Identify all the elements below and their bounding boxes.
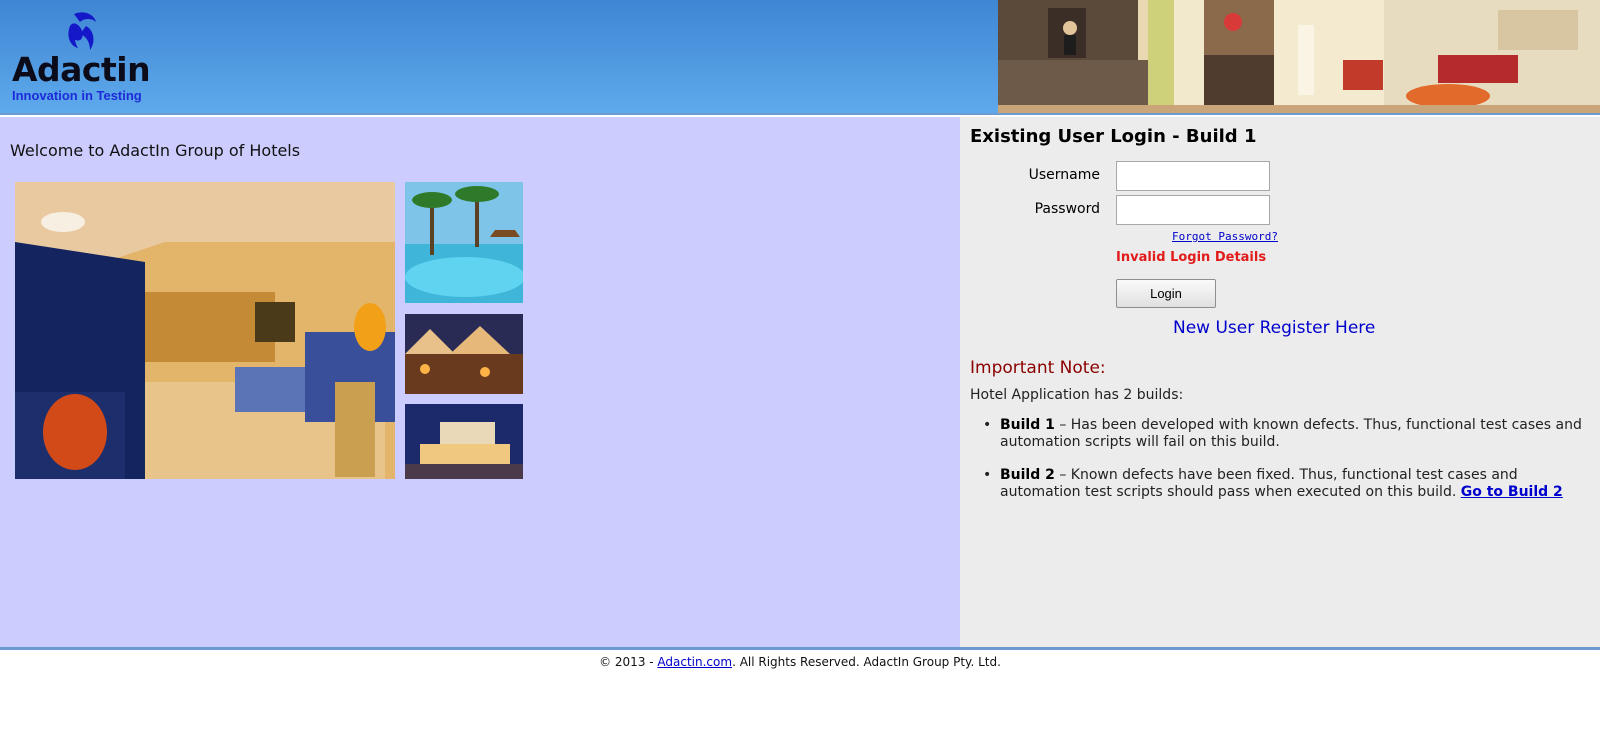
- welcome-panel: Welcome to AdactIn Group of Hotels: [0, 117, 960, 647]
- bullet-icon: •: [983, 467, 992, 483]
- lobby-image: [998, 0, 1600, 113]
- footer-site-link[interactable]: Adactin.com: [657, 655, 732, 669]
- page-footer: © 2013 - Adactin.com. All Rights Reserve…: [0, 655, 1600, 669]
- brand-name: Adactin: [12, 50, 151, 89]
- build-item-1: • Build 1 – Has been developed with know…: [970, 417, 1590, 451]
- footer-rights: . All Rights Reserved. AdactIn Group Pty…: [732, 655, 1001, 669]
- important-note-intro: Hotel Application has 2 builds:: [970, 387, 1184, 403]
- build-item-2: • Build 2 – Known defects have been fixe…: [970, 467, 1590, 501]
- password-label: Password: [1034, 201, 1100, 217]
- welcome-heading: Welcome to AdactIn Group of Hotels: [10, 141, 301, 160]
- page-header: Adactin Innovation in Testing: [0, 0, 1600, 115]
- tent-thumbnail: [405, 314, 523, 394]
- build-2-name: Build 2: [1000, 467, 1055, 483]
- brand-tagline: Innovation in Testing: [12, 88, 142, 103]
- build-2-text: – Known defects have been fixed. Thus, f…: [1000, 467, 1518, 500]
- hotel-suite-photo: [15, 182, 395, 479]
- pool-thumbnail: [405, 182, 523, 303]
- footer-copyright: © 2013 -: [599, 655, 658, 669]
- build-1-name: Build 1: [1000, 417, 1055, 433]
- login-error-message: Invalid Login Details: [1116, 250, 1267, 265]
- bullet-icon: •: [983, 417, 992, 433]
- footer-divider: [0, 647, 1600, 650]
- login-title: Existing User Login - Build 1: [970, 126, 1257, 147]
- build-list: • Build 1 – Has been developed with know…: [970, 417, 1590, 517]
- password-input[interactable]: [1116, 195, 1270, 225]
- login-panel: Existing User Login - Build 1 Username P…: [960, 117, 1600, 647]
- build-1-text: – Has been developed with known defects.…: [1000, 417, 1582, 450]
- important-note-title: Important Note:: [970, 358, 1106, 378]
- login-button[interactable]: Login: [1116, 279, 1216, 308]
- go-to-build-2-link[interactable]: Go to Build 2: [1461, 484, 1563, 500]
- username-input[interactable]: [1116, 161, 1270, 191]
- username-label: Username: [1028, 167, 1100, 183]
- night-hotel-thumbnail: [405, 404, 523, 479]
- register-link[interactable]: New User Register Here: [1173, 318, 1375, 338]
- adactin-logo: Adactin Innovation in Testing: [10, 8, 160, 104]
- forgot-password-link[interactable]: Forgot Password?: [1172, 230, 1278, 243]
- hotel-lobby-banner: [998, 0, 1600, 113]
